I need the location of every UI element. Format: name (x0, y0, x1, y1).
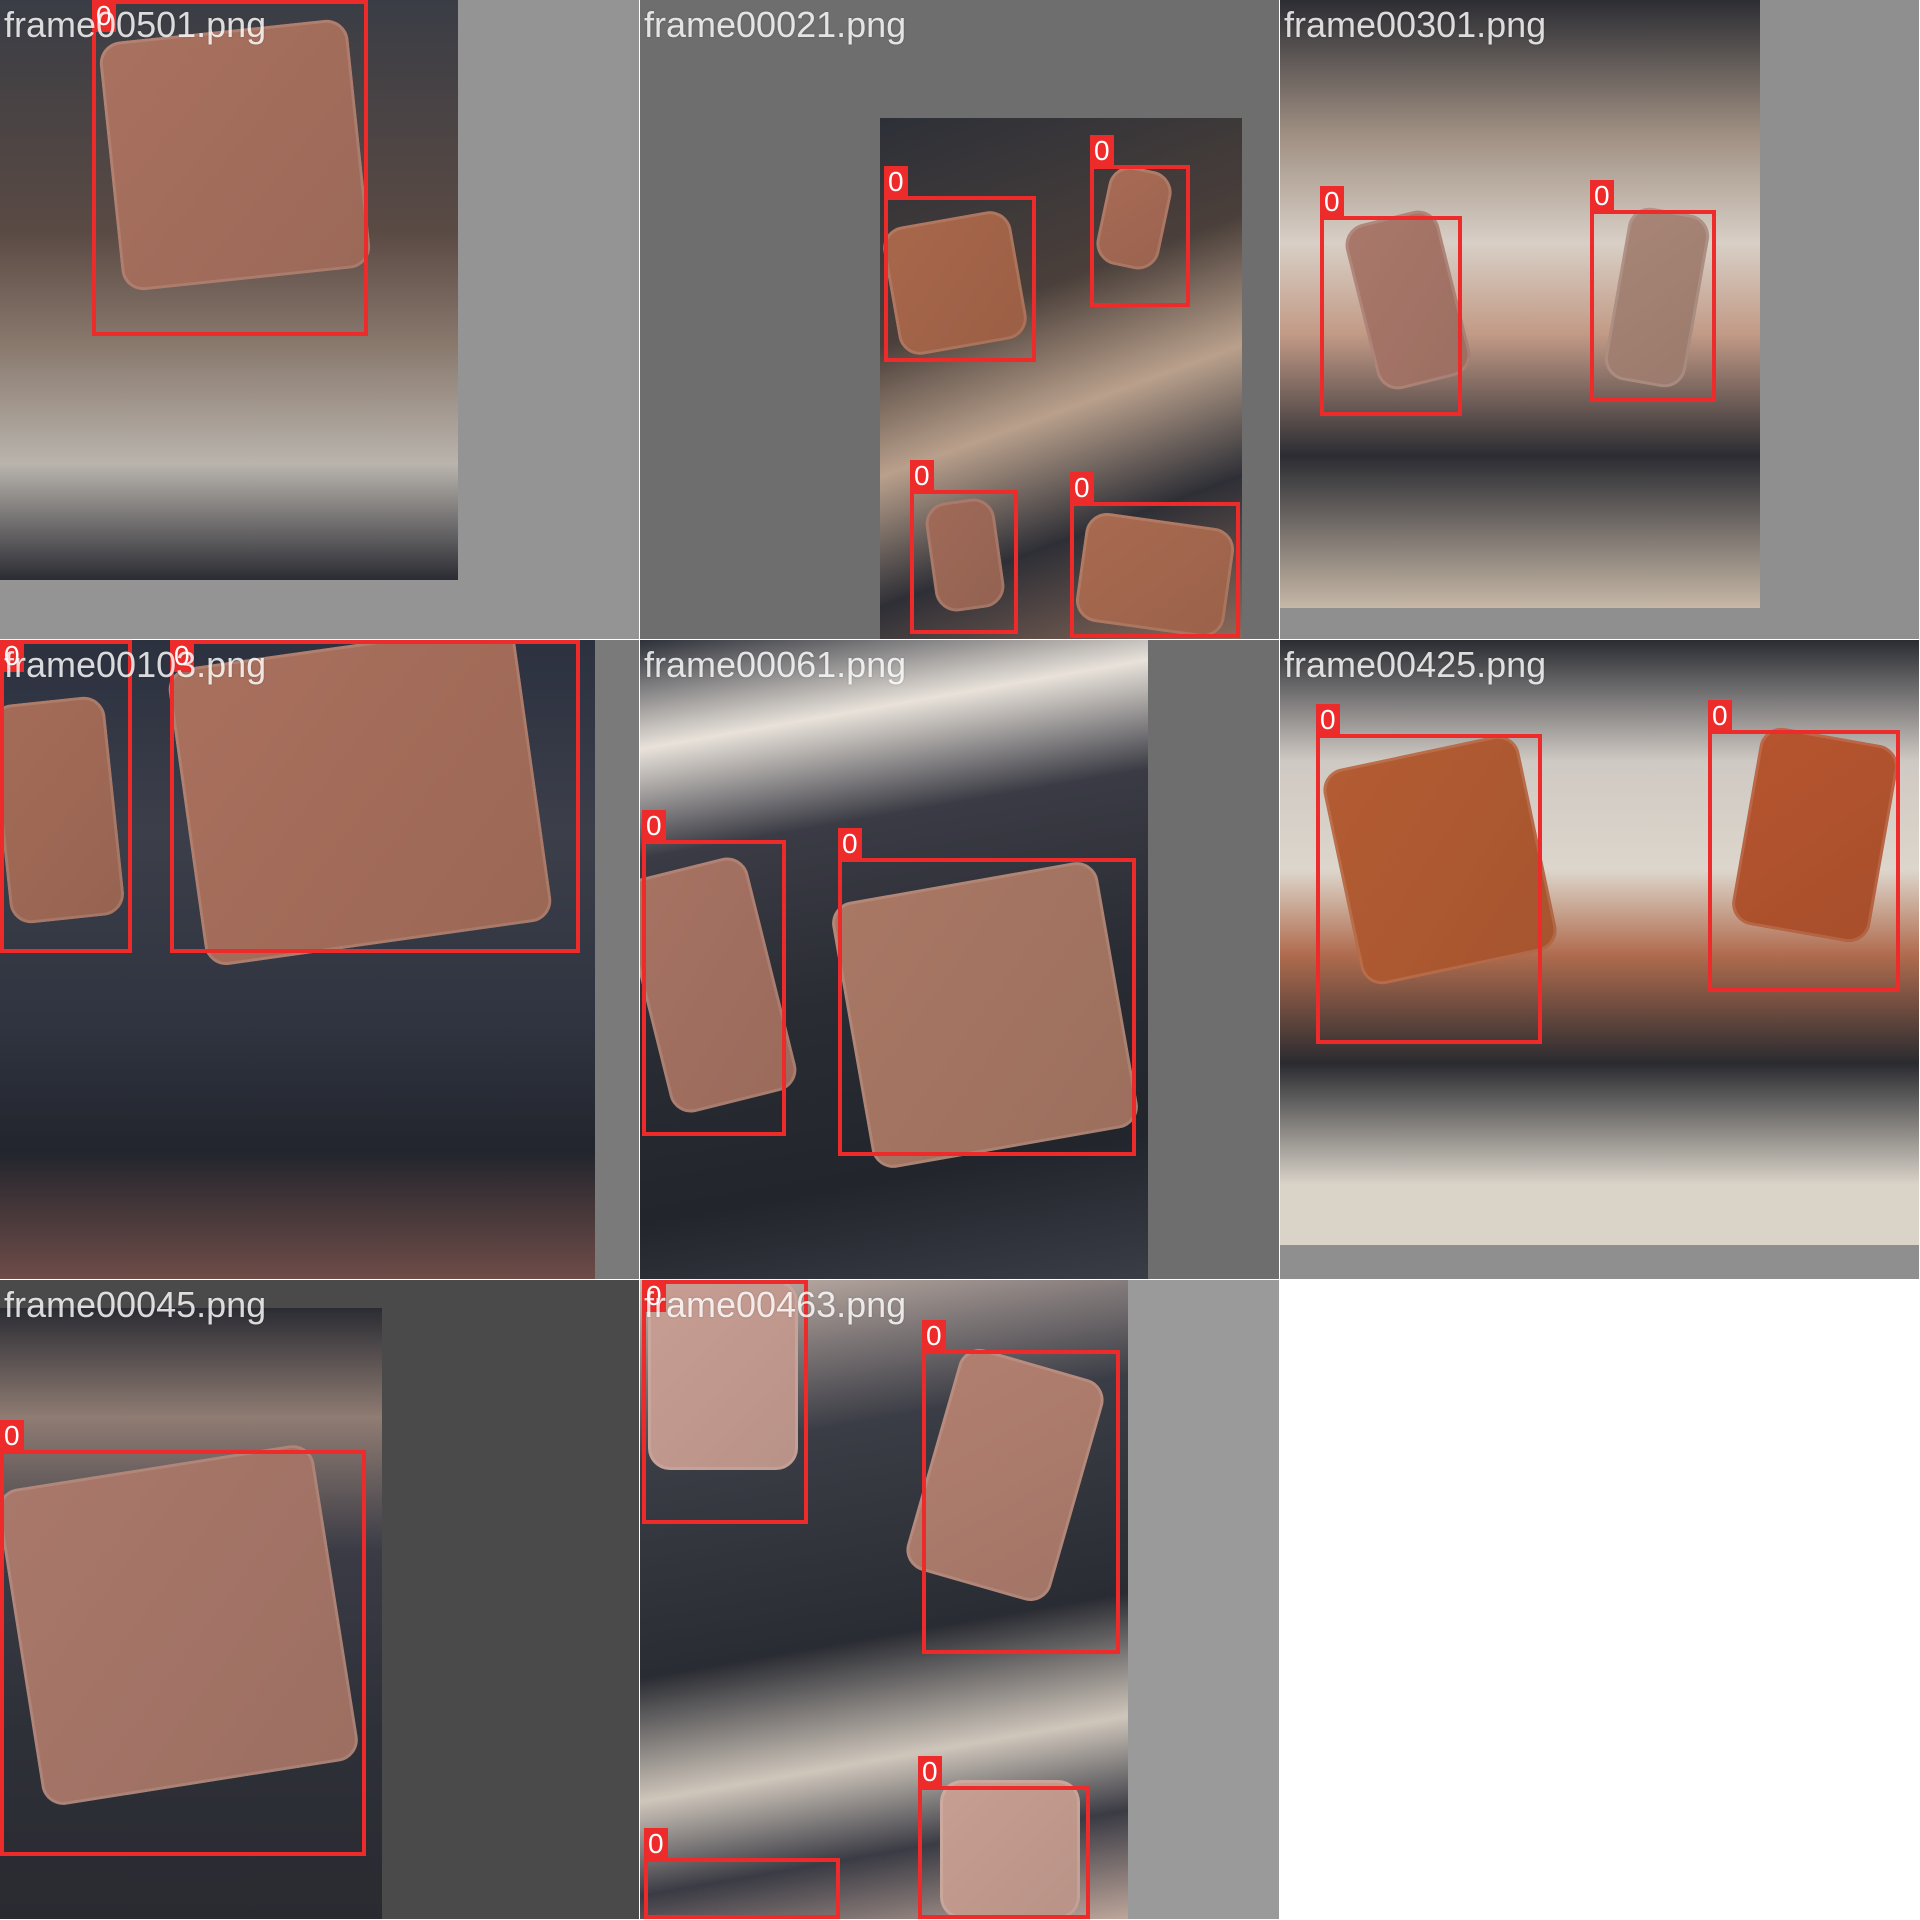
bounding-box: 0 (644, 1828, 840, 1919)
bounding-box: 0 (0, 640, 132, 953)
bounding-box: 0 (1320, 186, 1462, 416)
bounding-box: 0 (1590, 180, 1716, 402)
class-label: 0 (838, 828, 862, 860)
frame-filename: frame00021.png (644, 4, 907, 45)
bounding-box: 0 (1070, 472, 1240, 638)
bounding-box: 0 (884, 166, 1036, 362)
bounding-box: 0 (1316, 704, 1542, 1044)
class-label: 0 (1320, 186, 1344, 218)
class-label: 0 (1590, 180, 1614, 212)
frame-filename: frame00463.png (644, 1284, 907, 1325)
class-label: 0 (644, 1828, 668, 1860)
frame-tile: 0 frame00501.png (0, 0, 639, 639)
bounding-box: 0 (922, 1320, 1120, 1654)
class-label: 0 (918, 1756, 942, 1788)
mosaic-grid: 0 frame00501.png 0 0 0 0 frame00021.png 0 0 frame… (0, 0, 1920, 1920)
class-label: 0 (910, 460, 934, 492)
class-label: 0 (0, 1420, 24, 1452)
frame-filename: frame00425.png (1284, 644, 1547, 685)
class-label: 0 (1708, 700, 1732, 732)
bounding-box: 0 (0, 1420, 366, 1856)
class-label: 0 (884, 166, 908, 198)
frame-tile: 0 0 frame00301.png (1280, 0, 1919, 639)
bounding-box: 0 (642, 810, 786, 1136)
grid-divider (0, 1279, 1920, 1280)
bounding-box: 0 (910, 460, 1018, 634)
bounding-box: 0 (170, 640, 580, 953)
frame-tile: 0 0 frame00103.png (0, 640, 639, 1279)
bounding-box: 0 (918, 1756, 1090, 1919)
frame-tile: 0 0 frame00061.png (640, 640, 1279, 1279)
class-label: 0 (1070, 472, 1094, 504)
frame-filename: frame00501.png (4, 4, 267, 45)
class-label: 0 (1316, 704, 1340, 736)
frame-filename: frame00103.png (4, 644, 267, 685)
class-label: 0 (1090, 135, 1114, 167)
frame-tile: 0 0 0 0 frame00463.png (640, 1280, 1279, 1919)
grid-divider (1279, 0, 1280, 1920)
bounding-box: 0 (838, 828, 1136, 1156)
bounding-box: 0 (1708, 700, 1900, 992)
class-label: 0 (922, 1320, 946, 1352)
frame-tile: 0 0 0 0 frame00021.png (640, 0, 1279, 639)
frame-filename: frame00045.png (4, 1284, 267, 1325)
frame-tile: 0 0 frame00425.png (1280, 640, 1919, 1279)
frame-filename: frame00301.png (1284, 4, 1547, 45)
bounding-box: 0 (1090, 135, 1190, 307)
frame-filename: frame00061.png (644, 644, 907, 685)
frame-tile: 0 frame00045.png (0, 1280, 639, 1919)
bounding-box: 0 (92, 0, 368, 336)
class-label: 0 (642, 810, 666, 842)
